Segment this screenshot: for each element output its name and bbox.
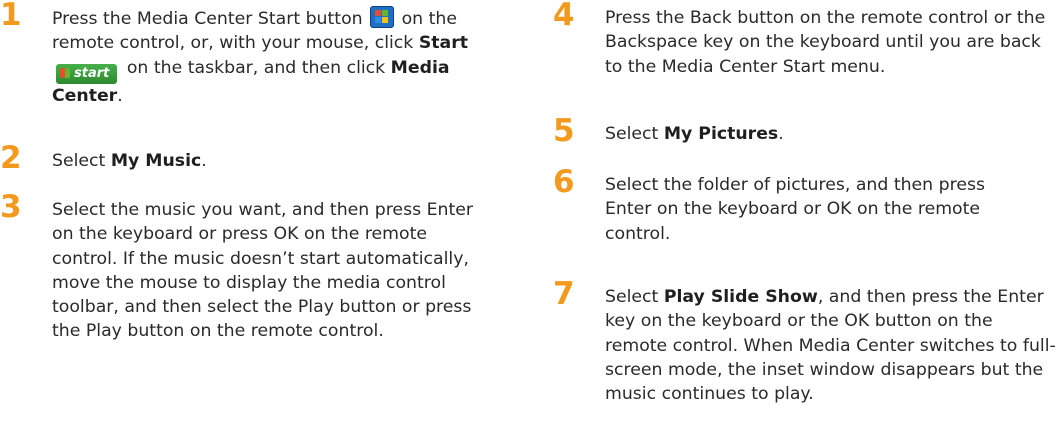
step-text: Press the Media Center Start button on t…	[52, 6, 500, 108]
step-number: 6	[553, 164, 575, 200]
step-number: 1	[0, 0, 22, 33]
step-number: 5	[553, 113, 575, 149]
step-text: Select the music you want, and then pres…	[52, 200, 473, 342]
step-number: 3	[0, 189, 22, 225]
step-text: Select the folder of pictures, and then …	[605, 175, 985, 244]
step-text: Press the Back button on the remote cont…	[605, 8, 1046, 77]
step-text: Select Play Slide Show, and then press t…	[605, 287, 1056, 405]
step-number: 7	[553, 276, 575, 312]
windows-media-center-start-icon	[370, 6, 395, 28]
step-number: 4	[553, 0, 575, 33]
start-button-icon: start	[56, 63, 118, 84]
step-text: Select My Music.	[52, 151, 207, 171]
step-text: Select My Pictures.	[605, 124, 784, 144]
step-number: 2	[0, 140, 22, 176]
